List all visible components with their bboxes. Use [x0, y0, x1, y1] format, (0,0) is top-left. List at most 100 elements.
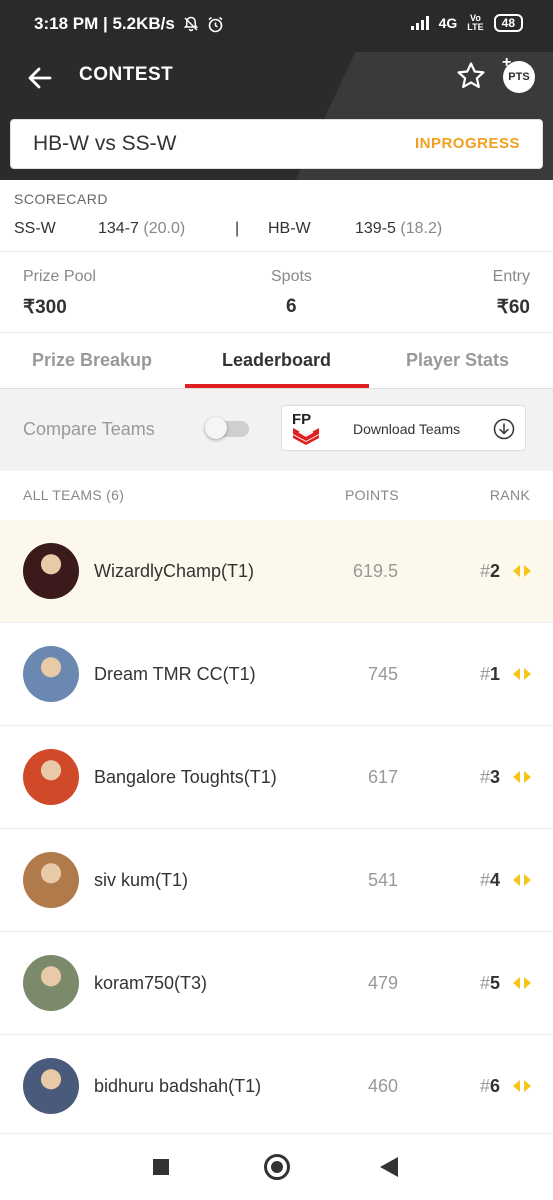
- team2-name: HB-W: [268, 220, 311, 237]
- team-rank: #4: [480, 870, 500, 891]
- status-bar: 3:18 PM | 5.2KB/s 4G Vo LTE 48: [0, 0, 553, 52]
- team-name: WizardlyChamp(T1): [94, 561, 255, 581]
- signal-icon: [410, 16, 429, 30]
- back-icon[interactable]: [380, 1157, 398, 1177]
- page-title: CONTEST: [79, 64, 174, 85]
- alarm-icon: [208, 16, 223, 32]
- compare-teams-label: Compare Teams: [23, 419, 155, 439]
- avatar: [23, 852, 79, 908]
- active-tab-indicator: [185, 384, 369, 388]
- team-rank: #3: [480, 767, 500, 788]
- team-rank: #6: [480, 1076, 500, 1097]
- prize-pool-label: Prize Pool: [23, 268, 96, 285]
- team-rank: #2: [480, 561, 500, 582]
- team-rank: #5: [480, 973, 500, 994]
- system-nav-bar: [0, 1134, 553, 1200]
- team-row[interactable]: koram750(T3) 479 #5: [0, 932, 553, 1035]
- team2-score: 139-5: [355, 220, 396, 237]
- avatar: [23, 955, 79, 1011]
- rank-hash: #: [480, 767, 491, 787]
- volte-indicator: Vo LTE: [467, 14, 483, 32]
- team-row[interactable]: siv kum(T1) 541 #4: [0, 829, 553, 932]
- rank-hash: #: [480, 561, 491, 581]
- tab-leaderboard[interactable]: Leaderboard: [222, 350, 331, 371]
- spots-value: 6: [286, 296, 297, 317]
- prize-pool-value: ₹300: [23, 297, 67, 318]
- rank-hash: #: [480, 664, 491, 684]
- bell-off-icon: [183, 16, 199, 32]
- team-name: koram750(T3): [94, 973, 208, 993]
- match-title: HB-W vs SS-W: [33, 132, 177, 155]
- rank-hash: #: [480, 1076, 491, 1096]
- team1-name: SS-W: [14, 220, 56, 237]
- recent-apps-icon[interactable]: [153, 1159, 169, 1175]
- home-icon[interactable]: [264, 1154, 290, 1180]
- avatar: [23, 646, 79, 702]
- team1-score: 134-7: [98, 220, 139, 237]
- status-right: 4G Vo LTE 48: [410, 14, 523, 32]
- compare-teams-toggle[interactable]: [205, 417, 249, 439]
- team2-overs: (18.2): [400, 220, 443, 237]
- score-separator: |: [235, 220, 240, 237]
- team2-score-line: 139-5 (18.2): [355, 220, 442, 238]
- team-points: 745: [367, 664, 398, 684]
- rank-change-icon: [513, 1080, 531, 1092]
- entry-label: Entry: [492, 268, 530, 285]
- contest-info: Prize Pool ₹300 Spots 6 Entry ₹60: [0, 253, 553, 333]
- rank-hash: #: [480, 870, 491, 890]
- rank-number: 4: [490, 870, 501, 890]
- avatar: [23, 1058, 79, 1114]
- rank-header: RANK: [489, 487, 530, 503]
- fp-logo: FP: [292, 411, 319, 445]
- rank-number: 5: [490, 973, 501, 993]
- tab-prize-breakup[interactable]: Prize Breakup: [32, 350, 152, 371]
- team-row[interactable]: WizardlyChamp(T1) 619.5 #2: [0, 520, 553, 623]
- match-status: INPROGRESS: [414, 135, 520, 152]
- all-teams-header: ALL TEAMS (6): [23, 487, 125, 503]
- battery-indicator: 48: [493, 14, 523, 32]
- download-teams-label: Download Teams: [353, 421, 461, 437]
- tab-player-stats[interactable]: Player Stats: [406, 350, 509, 371]
- tab-bar: Prize Breakup Leaderboard Player Stats: [0, 333, 553, 389]
- rank-number: 1: [490, 664, 501, 684]
- team-row[interactable]: Bangalore Toughts(T1) 617 #3: [0, 726, 553, 829]
- rank-change-icon: [513, 565, 531, 577]
- match-box: HB-W vs SS-W INPROGRESS: [10, 119, 543, 169]
- team-row[interactable]: bidhuru badshah(T1) 460 #6: [0, 1035, 553, 1134]
- rank-hash: #: [480, 973, 491, 993]
- home-icon-inner: [271, 1161, 283, 1173]
- team1-score-line: 134-7 (20.0): [98, 220, 185, 238]
- points-header: POINTS: [345, 487, 399, 503]
- download-icon: [493, 418, 515, 440]
- team-name: Dream TMR CC(T1): [94, 664, 256, 684]
- team-name: siv kum(T1): [94, 870, 188, 890]
- toggle-knob: [205, 417, 227, 439]
- entry-value: ₹60: [496, 297, 530, 318]
- team-row[interactable]: Dream TMR CC(T1) 745 #1: [0, 623, 553, 726]
- scorecard: SCORECARD SS-W 134-7 (20.0) | HB-W 139-5…: [0, 180, 553, 252]
- avatar: [23, 543, 79, 599]
- team1-overs: (20.0): [143, 220, 186, 237]
- team-points: 479: [367, 973, 398, 993]
- team-name: Bangalore Toughts(T1): [94, 767, 277, 787]
- fp-logo-text: FP: [292, 411, 311, 428]
- team-rank: #1: [480, 664, 500, 685]
- rank-change-icon: [513, 874, 531, 886]
- download-teams-button[interactable]: FP Download Teams: [281, 405, 526, 451]
- network-type: 4G: [438, 15, 458, 31]
- rank-number: 6: [490, 1076, 501, 1096]
- avatar: [23, 749, 79, 805]
- team-points: 619.5: [352, 561, 398, 581]
- star-icon[interactable]: [455, 60, 487, 92]
- rank-change-icon: [513, 668, 531, 680]
- back-arrow-icon[interactable]: [24, 62, 56, 94]
- spots-label: Spots: [271, 268, 312, 285]
- app-header: CONTEST + PTS HB-W vs SS-W INPROGRESS: [0, 52, 553, 180]
- pts-button[interactable]: PTS: [503, 61, 535, 93]
- scorecard-label: SCORECARD: [14, 191, 108, 207]
- team-points: 541: [367, 870, 398, 890]
- team-points: 617: [367, 767, 398, 787]
- rank-change-icon: [513, 977, 531, 989]
- team-name: bidhuru badshah(T1): [94, 1076, 262, 1096]
- rank-number: 3: [490, 767, 501, 787]
